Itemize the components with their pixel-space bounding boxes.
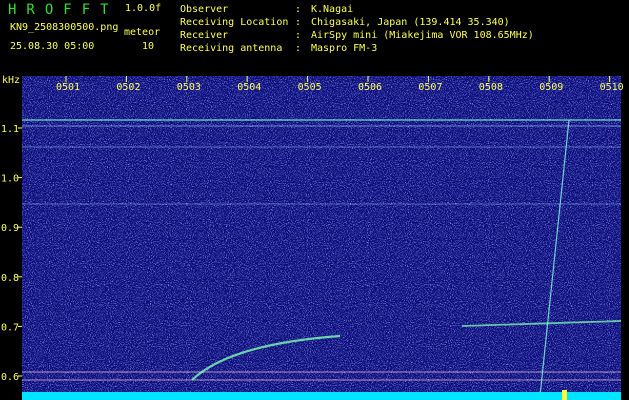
frequency-tick-label: 0.9 <box>1 223 19 234</box>
time-tick-label: 0506 <box>358 82 382 93</box>
spectrogram-noise <box>22 76 621 398</box>
floor-band <box>22 392 621 400</box>
file-name: KN9_2508300500.png <box>10 22 119 33</box>
info-separator: : <box>295 43 302 54</box>
time-tick-label: 0503 <box>177 82 201 93</box>
header-panel: HROFFT 1.0.0f KN9_2508300500.png meteor … <box>0 0 629 74</box>
frequency-tick-label: 1.1 <box>1 124 19 135</box>
time-tick-label: 0508 <box>479 82 503 93</box>
frequency-tick-label: 0.8 <box>1 273 19 284</box>
time-tick-label: 0509 <box>539 82 563 93</box>
info-key: Receiving antenna <box>180 43 283 54</box>
station-info: Observer : K.Nagai Receiving Location : … <box>180 3 534 55</box>
capture-datetime: 25.08.30 05:00 <box>10 41 95 52</box>
info-separator: : <box>295 30 302 41</box>
frequency-tick-label: 1.0 <box>1 174 19 185</box>
time-tick-label: 0501 <box>56 82 80 93</box>
app-title: HROFFT <box>8 2 119 18</box>
info-row-location: Receiving Location : Chigasaki, Japan (1… <box>180 16 534 29</box>
spectrogram: 0501 0502 0503 0504 0505 0506 0507 0508 0509 0510… <box>1 76 624 400</box>
floor-band-bright <box>562 390 567 400</box>
time-tick-label: 0507 <box>418 82 442 93</box>
meteor-count-label: meteor <box>124 27 161 38</box>
frequency-tick-label: 0.7 <box>1 322 19 333</box>
meteor-count-value: 10 <box>142 41 155 52</box>
info-value: Chigasaki, Japan (139.414 35.340) <box>311 17 510 28</box>
info-key: Observer <box>180 4 229 15</box>
app-version: 1.0.0f <box>125 3 162 14</box>
time-tick-label: 0505 <box>298 82 322 93</box>
hrofft-window: HROFFT 1.0.0f KN9_2508300500.png meteor … <box>0 0 629 400</box>
time-tick-label: 0502 <box>116 82 140 93</box>
info-row-receiver: Receiver : AirSpy mini (Miakejima VOR 10… <box>180 29 534 42</box>
info-separator: : <box>295 4 302 15</box>
time-tick-label: 0510 <box>600 82 624 93</box>
info-value: AirSpy mini (Miakejima VOR 108.65MHz) <box>311 30 534 41</box>
time-tick-label: 0504 <box>237 82 261 93</box>
info-row-antenna: Receiving antenna : Maspro FM-3 <box>180 42 534 55</box>
info-key: Receiver <box>180 30 229 41</box>
info-separator: : <box>295 17 302 28</box>
frequency-tick-label: 0.6 <box>1 372 19 383</box>
info-key: Receiving Location <box>180 17 289 28</box>
info-value: K.Nagai <box>311 4 354 15</box>
frequency-axis-ticks: 1.1 1.0 0.9 0.8 0.7 0.6 <box>1 124 22 383</box>
info-row-observer: Observer : K.Nagai <box>180 3 534 16</box>
info-value: Maspro FM-3 <box>311 43 378 54</box>
